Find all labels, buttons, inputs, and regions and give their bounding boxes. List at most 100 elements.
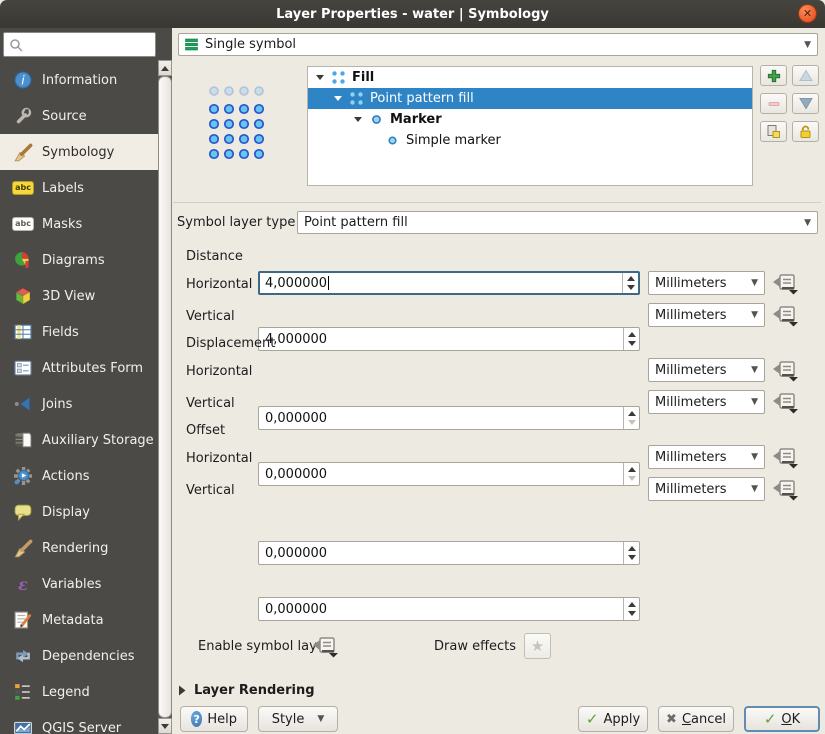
sidebar-item-symbology[interactable]: Symbology xyxy=(0,134,158,170)
chevron-down-icon: ▼ xyxy=(751,484,758,494)
move-layer-down-button[interactable] xyxy=(792,93,819,114)
tree-row-fill[interactable]: Fill xyxy=(308,67,752,88)
sidebar-item-label: Dependencies xyxy=(42,649,135,664)
duplicate-symbol-layer-button[interactable] xyxy=(760,121,787,142)
effects-customize-button[interactable]: ★ xyxy=(524,633,551,659)
legend-list-icon xyxy=(12,683,34,701)
sidebar-item-label: Masks xyxy=(42,217,82,232)
sidebar-item-label: 3D View xyxy=(42,289,95,304)
apply-button[interactable]: ✓ Apply xyxy=(578,706,648,732)
help-button[interactable]: ? Help xyxy=(180,706,248,732)
offset-vertical-input[interactable]: 0,000000 xyxy=(258,597,640,621)
distance-vertical-input[interactable]: 4,000000 xyxy=(258,327,640,351)
symbol-layer-tree: Fill Point pattern fill Marker Simple ma… xyxy=(307,66,753,186)
sidebar-item-fields[interactable]: Fields xyxy=(0,314,158,350)
sidebar-item-masks[interactable]: abc Masks xyxy=(0,206,158,242)
move-layer-up-button[interactable] xyxy=(792,65,819,86)
info-icon: i xyxy=(12,71,34,89)
tree-row-point-pattern-fill[interactable]: Point pattern fill xyxy=(308,88,752,109)
close-icon[interactable]: ✕ xyxy=(798,4,817,23)
x-icon: ✖ xyxy=(666,713,677,726)
sidebar-item-dependencies[interactable]: Dependencies xyxy=(0,638,158,674)
svg-text:i: i xyxy=(21,74,25,88)
data-defined-override-icon[interactable] xyxy=(772,273,800,295)
expander-icon[interactable] xyxy=(316,75,324,80)
sidebar-item-display[interactable]: Display xyxy=(0,494,158,530)
displacement-horizontal-unit-select[interactable]: Millimeters▼ xyxy=(648,358,765,382)
sidebar-item-labels[interactable]: abc Labels xyxy=(0,170,158,206)
data-defined-override-icon[interactable] xyxy=(772,360,800,382)
collapsed-arrow-icon xyxy=(178,685,186,696)
sidebar-item-3d-view[interactable]: 3D View xyxy=(0,278,158,314)
renderer-select[interactable]: Single symbol ▼ xyxy=(178,33,818,56)
distance-horizontal-input[interactable]: 4,000000 xyxy=(258,271,640,295)
distance-horizontal-unit-select[interactable]: Millimeters▼ xyxy=(648,271,765,295)
renderer-value: Single symbol xyxy=(205,37,296,52)
spinner-buttons[interactable] xyxy=(622,273,638,293)
symbol-layer-type-select[interactable]: Point pattern fill ▼ xyxy=(297,211,818,234)
sidebar-item-label: Display xyxy=(42,505,90,520)
offset-horizontal-input[interactable]: 0,000000 xyxy=(258,541,640,565)
scroll-down-icon[interactable] xyxy=(158,718,172,734)
data-defined-override-icon[interactable] xyxy=(772,392,800,414)
sidebar-item-label: Attributes Form xyxy=(42,361,143,376)
sidebar-item-label: Fields xyxy=(42,325,79,340)
unit-value: Millimeters xyxy=(655,450,727,465)
layer-rendering-label: Layer Rendering xyxy=(194,683,315,698)
spinner-buttons[interactable] xyxy=(623,328,639,350)
lock-color-button[interactable] xyxy=(792,121,819,142)
symbol-layer-type-value: Point pattern fill xyxy=(304,215,408,230)
data-defined-override-icon[interactable] xyxy=(772,447,800,469)
tree-row-marker[interactable]: Marker xyxy=(308,109,752,130)
spinner-buttons[interactable] xyxy=(623,407,639,429)
style-button[interactable]: Style ▼ xyxy=(258,706,338,732)
sidebar-item-metadata[interactable]: Metadata xyxy=(0,602,158,638)
sidebar-item-label: Auxiliary Storage xyxy=(42,433,154,448)
sidebar-item-attributes-form[interactable]: Attributes Form xyxy=(0,350,158,386)
point-pattern-icon xyxy=(331,70,346,85)
expander-icon[interactable] xyxy=(334,96,342,101)
ok-button[interactable]: ✓ OK xyxy=(744,706,820,732)
labels-abc-icon: abc xyxy=(12,179,34,197)
tree-row-simple-marker[interactable]: Simple marker xyxy=(308,130,752,151)
scrollbar-thumb[interactable] xyxy=(158,76,172,718)
spinner-buttons[interactable] xyxy=(623,542,639,564)
sidebar-item-diagrams[interactable]: Diagrams xyxy=(0,242,158,278)
data-defined-override-icon[interactable] xyxy=(312,636,340,658)
offset-vertical-label: Vertical xyxy=(186,483,235,498)
sidebar-item-rendering[interactable]: Rendering xyxy=(0,530,158,566)
sidebar-item-joins[interactable]: Joins xyxy=(0,386,158,422)
sidebar-item-auxiliary-storage[interactable]: Auxiliary Storage xyxy=(0,422,158,458)
distance-vertical-unit-select[interactable]: Millimeters▼ xyxy=(648,303,765,327)
displacement-vertical-input[interactable]: 0,000000 xyxy=(258,462,640,486)
sidebar-item-legend[interactable]: Legend xyxy=(0,674,158,710)
expander-icon[interactable] xyxy=(354,117,362,122)
sidebar-scrollbar[interactable] xyxy=(158,60,172,734)
layer-rendering-toggle[interactable]: Layer Rendering xyxy=(178,683,315,698)
data-defined-override-icon[interactable] xyxy=(772,479,800,501)
spinbox-value: 4,000000 xyxy=(265,276,327,291)
single-symbol-icon xyxy=(185,38,199,52)
offset-horizontal-unit-select[interactable]: Millimeters▼ xyxy=(648,445,765,469)
sidebar-item-label: Joins xyxy=(42,397,72,412)
sidebar-item-actions[interactable]: Actions xyxy=(0,458,158,494)
add-symbol-layer-button[interactable] xyxy=(760,65,787,86)
sidebar-item-information[interactable]: i Information xyxy=(0,62,158,98)
scroll-up-icon[interactable] xyxy=(158,60,172,76)
spinner-buttons[interactable] xyxy=(623,598,639,620)
data-defined-override-icon[interactable] xyxy=(772,305,800,327)
sidebar-item-source[interactable]: Source xyxy=(0,98,158,134)
search-input[interactable] xyxy=(3,32,156,57)
remove-symbol-layer-button[interactable] xyxy=(760,93,787,114)
offset-vertical-unit-select[interactable]: Millimeters▼ xyxy=(648,477,765,501)
displacement-vertical-unit-select[interactable]: Millimeters▼ xyxy=(648,390,765,414)
sidebar-item-qgis-server[interactable]: QGIS Server xyxy=(0,710,158,734)
chevron-down-icon: ▼ xyxy=(317,714,324,724)
window-title: Layer Properties - water | Symbology xyxy=(276,7,549,22)
star-icon: ★ xyxy=(531,637,544,655)
spinner-buttons[interactable] xyxy=(623,463,639,485)
titlebar[interactable]: Layer Properties - water | Symbology ✕ xyxy=(0,0,825,28)
sidebar-item-variables[interactable]: ε Variables xyxy=(0,566,158,602)
cancel-button[interactable]: ✖ Cancel xyxy=(658,706,734,732)
displacement-horizontal-input[interactable]: 0,000000 xyxy=(258,406,640,430)
